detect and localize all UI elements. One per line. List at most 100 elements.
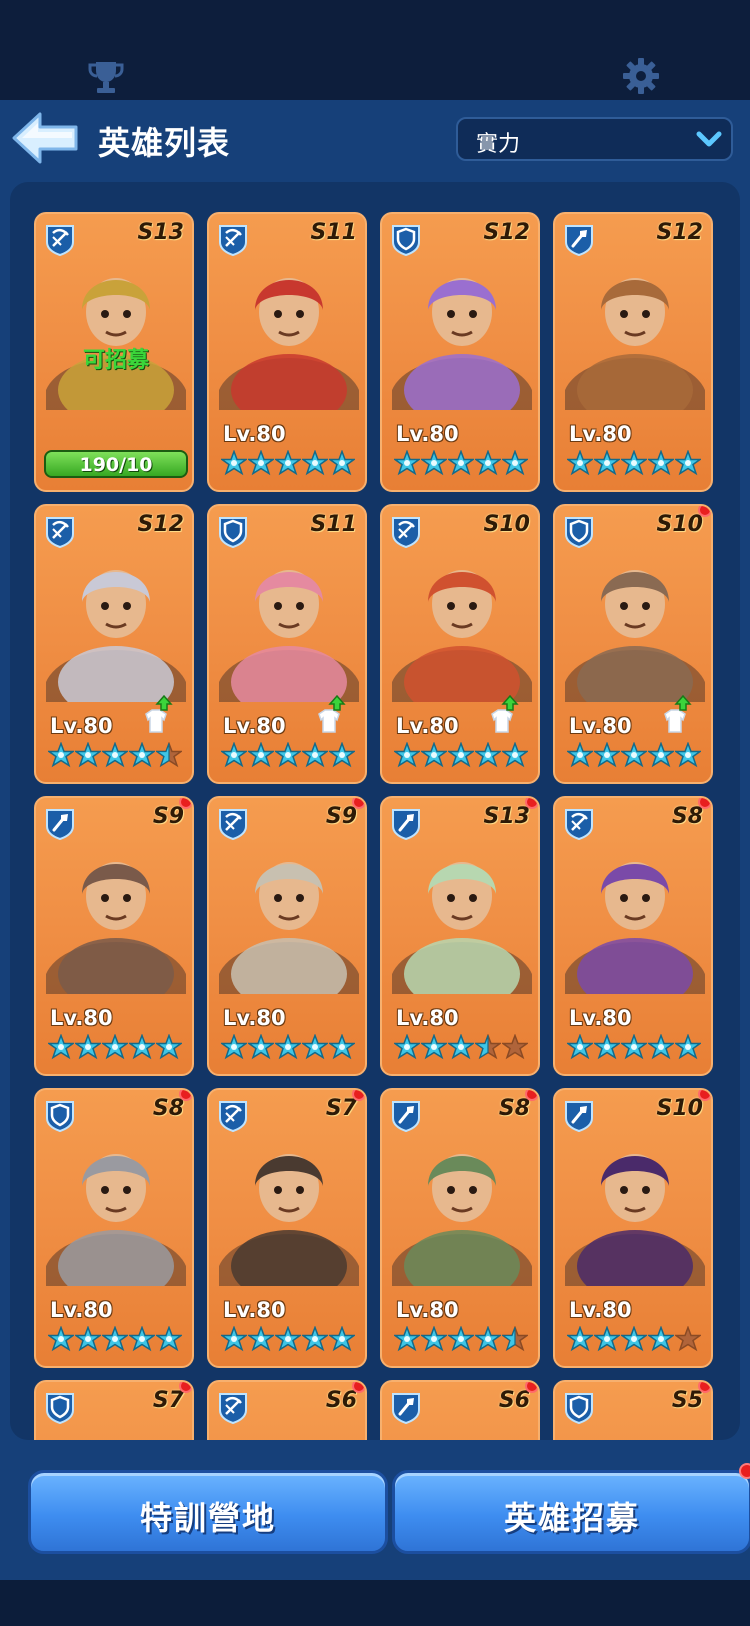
star-icon xyxy=(219,449,249,476)
sort-dropdown[interactable]: 實力 xyxy=(456,117,733,161)
star-icon xyxy=(619,449,649,476)
star-icon xyxy=(500,741,530,768)
star-icon xyxy=(473,449,503,476)
star-icon xyxy=(592,741,622,768)
star-icon xyxy=(300,741,330,768)
hero-card[interactable]: S12 Lv.80 xyxy=(34,504,194,784)
training-camp-button[interactable]: 特訓營地 xyxy=(28,1470,388,1554)
hero-grade: S8 xyxy=(671,804,703,829)
star-icon xyxy=(154,741,184,768)
hero-level: Lv.80 xyxy=(223,1006,286,1030)
star-icon xyxy=(127,1033,157,1060)
star-icon xyxy=(565,741,595,768)
notification-dot xyxy=(525,798,538,809)
hero-card[interactable]: S11 Lv.80 xyxy=(207,212,367,492)
hero-card[interactable]: S5 xyxy=(553,1380,713,1440)
gear-upgrade-icon xyxy=(311,694,347,734)
star-icon xyxy=(327,1325,357,1352)
star-icon xyxy=(446,1033,476,1060)
star-icon xyxy=(327,449,357,476)
crossbow-role-icon xyxy=(563,806,595,841)
gear-upgrade-icon xyxy=(484,694,520,734)
star-rating xyxy=(392,1033,530,1060)
hero-card[interactable]: S12 Lv.80 xyxy=(380,212,540,492)
hero-card[interactable]: S9 Lv.80 xyxy=(34,796,194,1076)
star-rating xyxy=(565,1325,703,1352)
hero-grid-container[interactable]: S13 可招募 190/10 S11 Lv.80 S12 Lv.80 S12 Lv.80 S12 L… xyxy=(10,182,740,1440)
star-icon xyxy=(246,1325,276,1352)
hero-card[interactable]: S13 可招募 190/10 xyxy=(34,212,194,492)
hero-level: Lv.80 xyxy=(50,714,113,738)
star-icon xyxy=(392,1325,422,1352)
star-icon xyxy=(565,449,595,476)
notification-dot xyxy=(698,506,711,517)
star-icon xyxy=(273,741,303,768)
star-icon xyxy=(673,1325,703,1352)
star-rating xyxy=(392,449,530,476)
back-button[interactable] xyxy=(10,110,80,166)
hero-card[interactable]: S10 Lv.80 xyxy=(553,504,713,784)
hero-recruit-button[interactable]: 英雄招募 xyxy=(392,1463,750,1554)
recruitable-label: 可招募 xyxy=(82,348,149,373)
hero-grade: S13 xyxy=(137,220,184,245)
hero-card[interactable]: S8 Lv.80 xyxy=(553,796,713,1076)
star-rating xyxy=(565,1033,703,1060)
star-icon xyxy=(300,449,330,476)
chevron-down-icon xyxy=(696,131,722,147)
star-icon xyxy=(100,741,130,768)
star-icon xyxy=(46,741,76,768)
star-icon xyxy=(392,1033,422,1060)
hero-card[interactable]: S6 xyxy=(380,1380,540,1440)
hero-grade: S7 xyxy=(152,1388,184,1413)
hero-card[interactable]: S9 Lv.80 xyxy=(207,796,367,1076)
hero-card[interactable]: S7 xyxy=(34,1380,194,1440)
hero-card[interactable]: S10 Lv.80 xyxy=(380,504,540,784)
star-icon xyxy=(473,1325,503,1352)
star-icon xyxy=(500,1033,530,1060)
hero-grade: S7 xyxy=(325,1096,357,1121)
shovel-role-icon xyxy=(390,806,422,841)
crossbow-role-icon xyxy=(390,514,422,549)
star-icon xyxy=(154,1325,184,1352)
notification-dot xyxy=(698,1090,711,1101)
hero-card[interactable]: S13 Lv.80 xyxy=(380,796,540,1076)
star-rating xyxy=(565,741,703,768)
hero-card[interactable]: S8 Lv.80 xyxy=(380,1088,540,1368)
hero-grade: S10 xyxy=(656,512,703,537)
star-rating xyxy=(219,1033,357,1060)
star-icon xyxy=(592,1325,622,1352)
star-rating xyxy=(46,1033,184,1060)
hero-level: Lv.80 xyxy=(396,422,459,446)
gear-upgrade-icon xyxy=(138,694,174,734)
hero-grade: S6 xyxy=(325,1388,357,1413)
star-rating xyxy=(392,1325,530,1352)
hero-card[interactable]: S12 Lv.80 xyxy=(553,212,713,492)
star-icon xyxy=(419,1325,449,1352)
star-icon xyxy=(473,741,503,768)
trophy-icon[interactable] xyxy=(86,56,126,96)
gear-icon[interactable] xyxy=(621,56,661,96)
hero-card[interactable]: S11 Lv.80 xyxy=(207,504,367,784)
hero-level: Lv.80 xyxy=(569,1298,632,1322)
star-icon xyxy=(100,1325,130,1352)
hero-grade: S9 xyxy=(325,804,357,829)
star-icon xyxy=(592,1033,622,1060)
shovel-role-icon xyxy=(563,222,595,257)
notification-dot xyxy=(352,1382,365,1393)
star-icon xyxy=(73,1033,103,1060)
hero-card[interactable]: S8 Lv.80 xyxy=(34,1088,194,1368)
star-icon xyxy=(419,1033,449,1060)
star-icon xyxy=(646,741,676,768)
hero-level: Lv.80 xyxy=(569,1006,632,1030)
page-title: 英雄列表 xyxy=(98,124,231,162)
star-icon xyxy=(327,1033,357,1060)
notification-dot xyxy=(179,1382,192,1393)
star-rating xyxy=(565,449,703,476)
star-icon xyxy=(327,741,357,768)
shovel-role-icon xyxy=(390,1098,422,1133)
hero-card[interactable]: S6 xyxy=(207,1380,367,1440)
hero-level: Lv.80 xyxy=(396,1006,459,1030)
hero-card[interactable]: S7 Lv.80 xyxy=(207,1088,367,1368)
star-icon xyxy=(646,1033,676,1060)
hero-card[interactable]: S10 Lv.80 xyxy=(553,1088,713,1368)
